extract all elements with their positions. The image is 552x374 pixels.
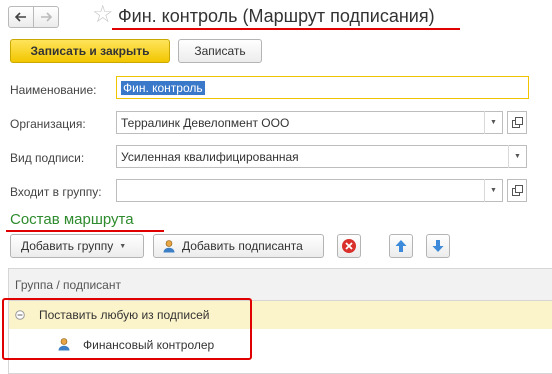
title-annotation-underline: [112, 28, 460, 30]
group-label: Входит в группу:: [10, 185, 102, 199]
person-icon: [163, 240, 175, 253]
table-header[interactable]: Группа / подписант: [9, 269, 552, 301]
group-field[interactable]: ▼: [116, 179, 503, 202]
name-field[interactable]: Фин. контроль: [116, 76, 529, 99]
group-dropdown-icon[interactable]: ▼: [484, 179, 502, 202]
rows-annotation-box: [2, 298, 252, 360]
delete-button[interactable]: [337, 234, 361, 258]
route-section-title: Состав маршрута: [10, 211, 134, 228]
add-group-label: Добавить группу: [21, 239, 114, 253]
save-button[interactable]: Записать: [178, 39, 262, 63]
signature-type-dropdown-icon[interactable]: ▼: [508, 145, 526, 168]
move-up-button[interactable]: [389, 234, 413, 258]
arrow-down-icon: [432, 240, 444, 252]
organization-label: Организация:: [10, 117, 86, 131]
open-item-icon: [511, 185, 523, 196]
name-value: Фин. контроль: [121, 80, 205, 95]
signature-type-label: Вид подписи:: [10, 151, 85, 165]
add-signer-button[interactable]: Добавить подписанта: [153, 234, 324, 258]
group-open-button[interactable]: [507, 179, 527, 202]
arrow-right-icon: [41, 12, 52, 22]
save-and-close-button[interactable]: Записать и закрыть: [10, 39, 170, 63]
section-annotation-underline: [6, 230, 164, 232]
open-item-icon: [511, 117, 523, 128]
back-button[interactable]: [8, 6, 34, 28]
forward-button[interactable]: [33, 6, 59, 28]
favorite-star-icon[interactable]: ☆: [92, 3, 114, 27]
organization-value: Терралинк Девелопмент ООО: [121, 115, 290, 130]
organization-dropdown-icon[interactable]: ▼: [484, 111, 502, 134]
arrow-left-icon: [15, 12, 26, 22]
chevron-down-icon: ▼: [119, 242, 127, 250]
organization-field[interactable]: Терралинк Девелопмент ООО ▼: [116, 111, 503, 134]
name-label: Наименование:: [10, 83, 97, 97]
add-signer-label: Добавить подписанта: [182, 239, 303, 253]
move-down-button[interactable]: [426, 234, 450, 258]
window-title: Фин. контроль (Маршрут подписания): [118, 6, 435, 26]
organization-open-button[interactable]: [507, 111, 527, 134]
arrow-up-icon: [395, 240, 407, 252]
column-header-group-signer: Группа / подписант: [15, 277, 121, 292]
signature-type-field[interactable]: Усиленная квалифицированная ▼: [116, 145, 527, 168]
delete-icon: [342, 239, 356, 253]
add-group-button[interactable]: Добавить группу ▼: [10, 234, 144, 258]
signature-type-value: Усиленная квалифицированная: [121, 149, 299, 164]
